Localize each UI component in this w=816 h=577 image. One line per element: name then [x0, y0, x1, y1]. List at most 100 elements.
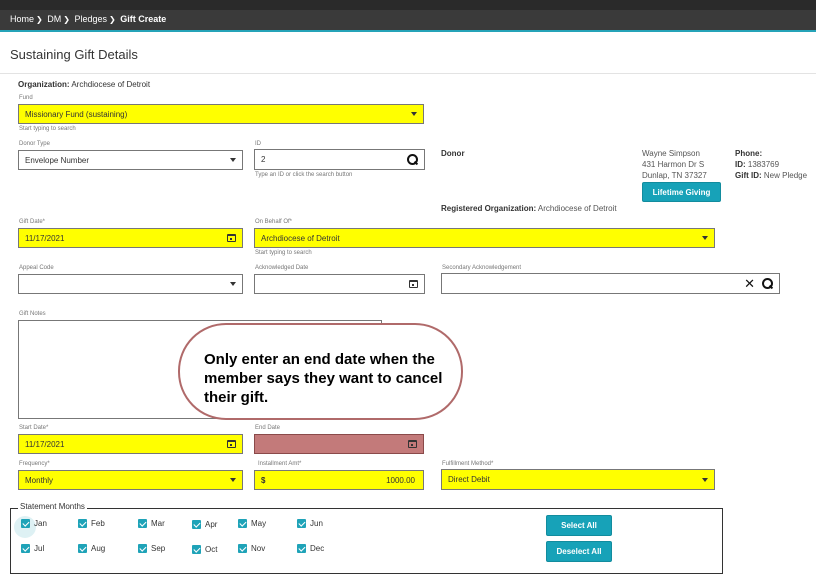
header-accent-line — [0, 30, 816, 32]
checkbox-checked-icon[interactable] — [238, 519, 247, 528]
chevron-down-icon — [230, 282, 236, 286]
month-label: Oct — [205, 545, 218, 554]
search-icon[interactable] — [762, 278, 773, 289]
acknowledged-date-label: Acknowledged Date — [255, 265, 309, 271]
appeal-code-label: Appeal Code — [19, 265, 54, 271]
start-date-label: Start Date* — [19, 425, 49, 431]
breadcrumb-home[interactable]: Home — [10, 14, 34, 24]
registered-organization: Registered Organization: Archdiocese of … — [441, 203, 617, 214]
donor-type-label: Donor Type — [19, 141, 50, 147]
calendar-icon[interactable] — [409, 280, 418, 288]
registered-org-value: Archdiocese of Detroit — [537, 204, 617, 213]
month-label: Jan — [34, 519, 47, 528]
end-date-input[interactable] — [254, 434, 424, 454]
calendar-icon[interactable] — [227, 234, 236, 242]
checkbox-checked-icon[interactable] — [192, 520, 201, 529]
donor-type-value: Envelope Number — [25, 155, 90, 165]
on-behalf-of-select[interactable]: Archdiocese of Detroit — [254, 228, 715, 248]
checkbox-checked-icon[interactable] — [192, 545, 201, 554]
checkbox-checked-icon[interactable] — [238, 544, 247, 553]
donor-address-line1: 431 Harmon Dr S — [642, 160, 705, 169]
calendar-icon[interactable] — [408, 440, 417, 448]
id-hint: Type an ID or click the search button — [255, 172, 353, 178]
month-label: Apr — [205, 520, 218, 529]
month-checkbox-apr[interactable]: Apr — [192, 520, 217, 529]
frequency-value: Monthly — [25, 475, 54, 485]
acknowledged-date-input[interactable] — [254, 274, 425, 294]
donor-name: Wayne Simpson — [642, 149, 700, 158]
fulfillment-value: Direct Debit — [448, 475, 490, 484]
month-checkbox-jun[interactable]: Jun — [297, 519, 323, 528]
checkbox-checked-icon[interactable] — [297, 519, 306, 528]
checkbox-checked-icon[interactable] — [78, 544, 87, 553]
checkbox-checked-icon[interactable] — [138, 519, 147, 528]
donor-id: ID: 1383769 — [735, 159, 779, 170]
checkbox-checked-icon[interactable] — [297, 544, 306, 553]
chevron-right-icon: ❯ — [36, 15, 43, 24]
secondary-ack-input[interactable]: ✕ — [441, 273, 780, 294]
frequency-label: Frequency* — [19, 461, 50, 467]
installment-value: 1000.00 — [386, 475, 415, 485]
close-icon[interactable]: ✕ — [744, 277, 755, 290]
month-label: Nov — [251, 544, 266, 553]
registered-org-label: Registered Organization: — [441, 204, 537, 213]
breadcrumb: Home ❯ DM ❯ Pledges ❯ Gift Create — [0, 10, 816, 30]
month-checkbox-aug[interactable]: Aug — [78, 544, 105, 553]
breadcrumb-dm[interactable]: DM — [47, 14, 61, 24]
frequency-select[interactable]: Monthly — [18, 470, 243, 490]
month-label: Jul — [34, 544, 45, 553]
start-date-input[interactable]: 11/17/2021 — [18, 434, 243, 454]
organization: Organization: Archdiocese of Detroit — [18, 80, 150, 89]
donor-id-label: ID: — [735, 160, 746, 169]
statement-months-legend: Statement Months — [18, 502, 87, 511]
organization-label: Organization: — [18, 80, 70, 89]
month-checkbox-mar[interactable]: Mar — [138, 519, 165, 528]
checkbox-checked-icon[interactable] — [21, 519, 30, 528]
breadcrumb-pledges[interactable]: Pledges — [74, 14, 107, 24]
donor-type-select[interactable]: Envelope Number — [18, 150, 243, 170]
chevron-down-icon — [230, 158, 236, 162]
month-checkbox-may[interactable]: May — [238, 519, 266, 528]
id-input[interactable]: 2 — [254, 149, 425, 170]
fulfillment-select[interactable]: Direct Debit — [441, 469, 715, 490]
gift-id-label: Gift ID: — [735, 171, 762, 180]
phone-label: Phone: — [735, 149, 763, 158]
gift-date-input[interactable]: 11/17/2021 — [18, 228, 243, 248]
checkbox-checked-icon[interactable] — [138, 544, 147, 553]
appeal-code-select[interactable] — [18, 274, 243, 294]
fund-label: Fund — [19, 95, 33, 101]
end-date-label: End Date — [255, 425, 281, 431]
start-date-value: 11/17/2021 — [25, 439, 65, 449]
month-label: May — [251, 519, 267, 528]
select-all-button[interactable]: Select All — [546, 515, 612, 536]
installment-input[interactable]: $ 1000.00 — [254, 470, 424, 490]
gift-date-value: 11/17/2021 — [25, 233, 65, 243]
chevron-down-icon — [230, 478, 236, 482]
lifetime-giving-button[interactable]: Lifetime Giving — [642, 182, 721, 202]
gift-id: Gift ID: New Pledge — [735, 170, 807, 181]
month-label: Mar — [151, 519, 165, 528]
fund-select[interactable]: Missionary Fund (sustaining) — [18, 104, 424, 124]
month-checkbox-nov[interactable]: Nov — [238, 544, 265, 553]
fulfillment-label: Fulfillment Method* — [442, 461, 494, 467]
fund-value: Missionary Fund (sustaining) — [25, 109, 128, 119]
chevron-down-icon — [411, 112, 417, 116]
deselect-all-button[interactable]: Deselect All — [546, 541, 612, 562]
month-checkbox-jul[interactable]: Jul — [21, 544, 44, 553]
month-checkbox-oct[interactable]: Oct — [192, 545, 217, 554]
fund-hint: Start typing to search — [19, 126, 76, 132]
top-bar — [0, 0, 816, 10]
month-checkbox-dec[interactable]: Dec — [297, 544, 324, 553]
checkbox-checked-icon[interactable] — [78, 519, 87, 528]
page-title: Sustaining Gift Details — [10, 47, 138, 62]
month-checkbox-jan[interactable]: Jan — [21, 519, 47, 528]
id-value: 2 — [261, 155, 266, 164]
installment-label: Installment Amt* — [258, 461, 302, 467]
calendar-icon[interactable] — [227, 440, 236, 448]
month-checkbox-feb[interactable]: Feb — [78, 519, 105, 528]
checkbox-checked-icon[interactable] — [21, 544, 30, 553]
gift-notes-label: Gift Notes — [19, 311, 46, 317]
chevron-right-icon: ❯ — [63, 15, 70, 24]
search-icon[interactable] — [407, 154, 418, 165]
month-checkbox-sep[interactable]: Sep — [138, 544, 165, 553]
